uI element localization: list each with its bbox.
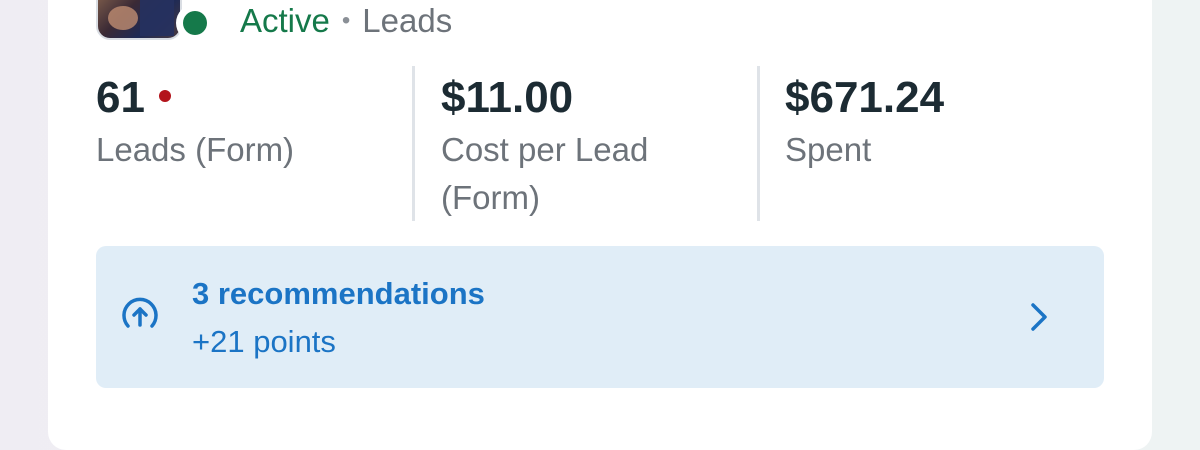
active-status-indicator bbox=[176, 4, 214, 42]
chevron-right-icon[interactable] bbox=[1030, 302, 1048, 332]
metric-spent-value: $671.24 bbox=[785, 73, 945, 122]
metric-cost-per-lead-label: Cost per Lead (Form) bbox=[441, 131, 649, 216]
metric-cost-per-lead: $11.00 Cost per Lead (Form) bbox=[441, 70, 701, 222]
metric-leads-value: 61 bbox=[96, 73, 145, 122]
avatar bbox=[96, 0, 182, 40]
campaign-status-line: Active • Leads bbox=[240, 0, 452, 42]
metric-leads: 61 Leads (Form) bbox=[96, 70, 356, 174]
status-label: Active bbox=[240, 2, 330, 39]
metric-divider bbox=[412, 66, 415, 221]
objective-label: Leads bbox=[362, 2, 453, 39]
arrow-up-circle-icon bbox=[122, 297, 158, 328]
metric-cost-per-lead-value: $11.00 bbox=[441, 73, 574, 122]
metric-spent: $671.24 Spent bbox=[785, 70, 1045, 174]
recommendations-title: 3 recommendations bbox=[192, 276, 485, 311]
recommendations-banner[interactable]: 3 recommendations +21 points bbox=[96, 246, 1104, 388]
metric-leads-label: Leads (Form) bbox=[96, 131, 295, 168]
status-separator: • bbox=[341, 7, 351, 34]
metric-divider bbox=[757, 66, 760, 221]
alert-dot bbox=[158, 90, 171, 102]
metric-spent-label: Spent bbox=[785, 131, 872, 168]
recommendations-points: +21 points bbox=[192, 324, 336, 359]
